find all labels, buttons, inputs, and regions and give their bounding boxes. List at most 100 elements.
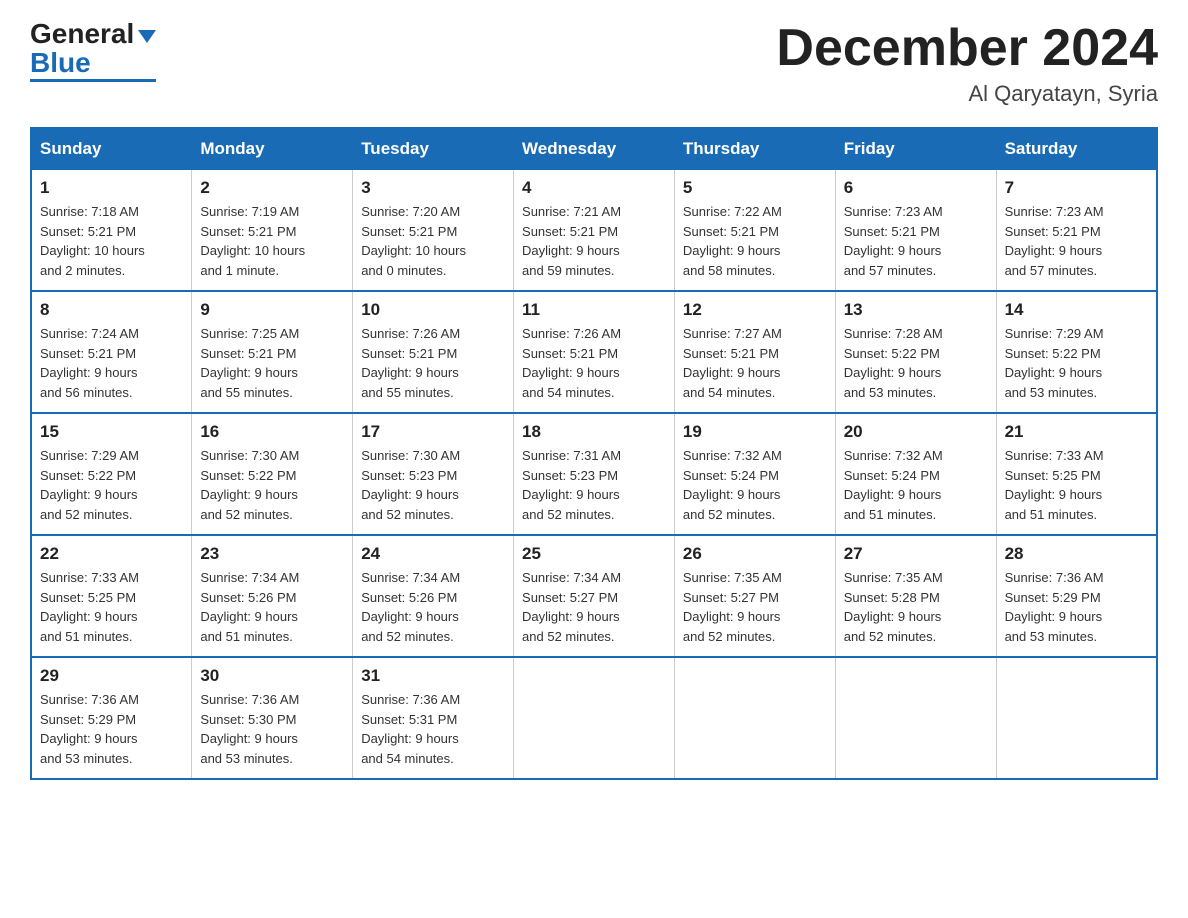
day-info: Sunrise: 7:29 AMSunset: 5:22 PMDaylight:… <box>1005 324 1148 402</box>
calendar-cell: 21 Sunrise: 7:33 AMSunset: 5:25 PMDayligh… <box>996 413 1157 535</box>
calendar-week-row: 22Sunrise: 7:33 AMSunset: 5:25 PMDayligh… <box>31 535 1157 657</box>
calendar-cell: 7 Sunrise: 7:23 AMSunset: 5:21 PMDaylight… <box>996 170 1157 292</box>
calendar-cell <box>514 657 675 779</box>
calendar-cell: 12 Sunrise: 7:27 AMSunset: 5:21 PMDayligh… <box>674 291 835 413</box>
day-number: 28 <box>1005 544 1148 564</box>
logo-general-text: General <box>30 20 134 48</box>
weekday-header-row: Sunday Monday Tuesday Wednesday Thursday… <box>31 128 1157 170</box>
day-number: 5 <box>683 178 827 198</box>
calendar-cell: 19 Sunrise: 7:32 AMSunset: 5:24 PMDayligh… <box>674 413 835 535</box>
day-number: 16 <box>200 422 344 442</box>
day-number: 29 <box>40 666 183 686</box>
day-info: Sunrise: 7:35 AMSunset: 5:28 PMDaylight:… <box>844 568 988 646</box>
day-info: Sunrise: 7:34 AMSunset: 5:26 PMDaylight:… <box>361 568 505 646</box>
day-number: 10 <box>361 300 505 320</box>
calendar-cell: 16 Sunrise: 7:30 AMSunset: 5:22 PMDayligh… <box>192 413 353 535</box>
day-number: 27 <box>844 544 988 564</box>
day-info: Sunrise: 7:21 AMSunset: 5:21 PMDaylight:… <box>522 202 666 280</box>
calendar-cell: 17 Sunrise: 7:30 AMSunset: 5:23 PMDayligh… <box>353 413 514 535</box>
calendar-cell <box>835 657 996 779</box>
header-saturday: Saturday <box>996 128 1157 170</box>
day-info: Sunrise: 7:27 AMSunset: 5:21 PMDaylight:… <box>683 324 827 402</box>
day-number: 8 <box>40 300 183 320</box>
day-info: Sunrise: 7:23 AMSunset: 5:21 PMDaylight:… <box>844 202 988 280</box>
calendar-cell: 6 Sunrise: 7:23 AMSunset: 5:21 PMDaylight… <box>835 170 996 292</box>
day-number: 20 <box>844 422 988 442</box>
calendar-cell: 11 Sunrise: 7:26 AMSunset: 5:21 PMDayligh… <box>514 291 675 413</box>
day-info: Sunrise: 7:36 AMSunset: 5:29 PMDaylight:… <box>1005 568 1148 646</box>
calendar-cell: 23Sunrise: 7:34 AMSunset: 5:26 PMDayligh… <box>192 535 353 657</box>
calendar-cell: 9 Sunrise: 7:25 AMSunset: 5:21 PMDaylight… <box>192 291 353 413</box>
calendar-cell: 27 Sunrise: 7:35 AMSunset: 5:28 PMDayligh… <box>835 535 996 657</box>
calendar-cell: 20 Sunrise: 7:32 AMSunset: 5:24 PMDayligh… <box>835 413 996 535</box>
calendar-cell: 22Sunrise: 7:33 AMSunset: 5:25 PMDayligh… <box>31 535 192 657</box>
day-info: Sunrise: 7:33 AMSunset: 5:25 PMDaylight:… <box>1005 446 1148 524</box>
day-number: 13 <box>844 300 988 320</box>
day-number: 1 <box>40 178 183 198</box>
day-info: Sunrise: 7:32 AMSunset: 5:24 PMDaylight:… <box>683 446 827 524</box>
logo-underline <box>30 79 156 82</box>
day-info: Sunrise: 7:33 AMSunset: 5:25 PMDaylight:… <box>40 568 183 646</box>
day-info: Sunrise: 7:32 AMSunset: 5:24 PMDaylight:… <box>844 446 988 524</box>
calendar-table: Sunday Monday Tuesday Wednesday Thursday… <box>30 127 1158 780</box>
day-number: 4 <box>522 178 666 198</box>
day-info: Sunrise: 7:25 AMSunset: 5:21 PMDaylight:… <box>200 324 344 402</box>
calendar-week-row: 8 Sunrise: 7:24 AMSunset: 5:21 PMDaylight… <box>31 291 1157 413</box>
title-block: December 2024 Al Qaryatayn, Syria <box>776 20 1158 107</box>
day-info: Sunrise: 7:20 AMSunset: 5:21 PMDaylight:… <box>361 202 505 280</box>
day-info: Sunrise: 7:31 AMSunset: 5:23 PMDaylight:… <box>522 446 666 524</box>
day-info: Sunrise: 7:35 AMSunset: 5:27 PMDaylight:… <box>683 568 827 646</box>
day-info: Sunrise: 7:30 AMSunset: 5:22 PMDaylight:… <box>200 446 344 524</box>
header-monday: Monday <box>192 128 353 170</box>
header-thursday: Thursday <box>674 128 835 170</box>
month-title: December 2024 <box>776 20 1158 77</box>
day-number: 25 <box>522 544 666 564</box>
day-number: 18 <box>522 422 666 442</box>
calendar-cell: 15Sunrise: 7:29 AMSunset: 5:22 PMDayligh… <box>31 413 192 535</box>
calendar-cell: 10Sunrise: 7:26 AMSunset: 5:21 PMDayligh… <box>353 291 514 413</box>
day-info: Sunrise: 7:36 AMSunset: 5:31 PMDaylight:… <box>361 690 505 768</box>
day-number: 9 <box>200 300 344 320</box>
day-number: 19 <box>683 422 827 442</box>
day-info: Sunrise: 7:26 AMSunset: 5:21 PMDaylight:… <box>522 324 666 402</box>
day-number: 15 <box>40 422 183 442</box>
logo-blue-text: Blue <box>30 49 91 77</box>
day-number: 14 <box>1005 300 1148 320</box>
calendar-cell: 8 Sunrise: 7:24 AMSunset: 5:21 PMDaylight… <box>31 291 192 413</box>
calendar-cell: 30Sunrise: 7:36 AMSunset: 5:30 PMDayligh… <box>192 657 353 779</box>
calendar-cell: 13Sunrise: 7:28 AMSunset: 5:22 PMDayligh… <box>835 291 996 413</box>
calendar-cell: 31Sunrise: 7:36 AMSunset: 5:31 PMDayligh… <box>353 657 514 779</box>
day-number: 6 <box>844 178 988 198</box>
day-info: Sunrise: 7:34 AMSunset: 5:26 PMDaylight:… <box>200 568 344 646</box>
day-number: 2 <box>200 178 344 198</box>
calendar-cell: 5 Sunrise: 7:22 AMSunset: 5:21 PMDaylight… <box>674 170 835 292</box>
header-sunday: Sunday <box>31 128 192 170</box>
day-info: Sunrise: 7:23 AMSunset: 5:21 PMDaylight:… <box>1005 202 1148 280</box>
day-number: 7 <box>1005 178 1148 198</box>
logo: General Blue <box>30 20 156 82</box>
day-number: 24 <box>361 544 505 564</box>
calendar-week-row: 1 Sunrise: 7:18 AMSunset: 5:21 PMDaylight… <box>31 170 1157 292</box>
calendar-cell: 25Sunrise: 7:34 AMSunset: 5:27 PMDayligh… <box>514 535 675 657</box>
day-number: 11 <box>522 300 666 320</box>
day-info: Sunrise: 7:18 AMSunset: 5:21 PMDaylight:… <box>40 202 183 280</box>
day-info: Sunrise: 7:19 AMSunset: 5:21 PMDaylight:… <box>200 202 344 280</box>
day-number: 3 <box>361 178 505 198</box>
calendar-cell: 14 Sunrise: 7:29 AMSunset: 5:22 PMDayligh… <box>996 291 1157 413</box>
day-number: 12 <box>683 300 827 320</box>
day-info: Sunrise: 7:30 AMSunset: 5:23 PMDaylight:… <box>361 446 505 524</box>
day-number: 17 <box>361 422 505 442</box>
header-wednesday: Wednesday <box>514 128 675 170</box>
calendar-cell <box>996 657 1157 779</box>
day-info: Sunrise: 7:22 AMSunset: 5:21 PMDaylight:… <box>683 202 827 280</box>
day-number: 21 <box>1005 422 1148 442</box>
calendar-cell: 18 Sunrise: 7:31 AMSunset: 5:23 PMDayligh… <box>514 413 675 535</box>
calendar-cell: 26Sunrise: 7:35 AMSunset: 5:27 PMDayligh… <box>674 535 835 657</box>
calendar-week-row: 15Sunrise: 7:29 AMSunset: 5:22 PMDayligh… <box>31 413 1157 535</box>
day-info: Sunrise: 7:24 AMSunset: 5:21 PMDaylight:… <box>40 324 183 402</box>
calendar-cell: 24 Sunrise: 7:34 AMSunset: 5:26 PMDayligh… <box>353 535 514 657</box>
location-title: Al Qaryatayn, Syria <box>776 81 1158 107</box>
calendar-cell: 29Sunrise: 7:36 AMSunset: 5:29 PMDayligh… <box>31 657 192 779</box>
day-info: Sunrise: 7:36 AMSunset: 5:30 PMDaylight:… <box>200 690 344 768</box>
calendar-cell: 2 Sunrise: 7:19 AMSunset: 5:21 PMDaylight… <box>192 170 353 292</box>
